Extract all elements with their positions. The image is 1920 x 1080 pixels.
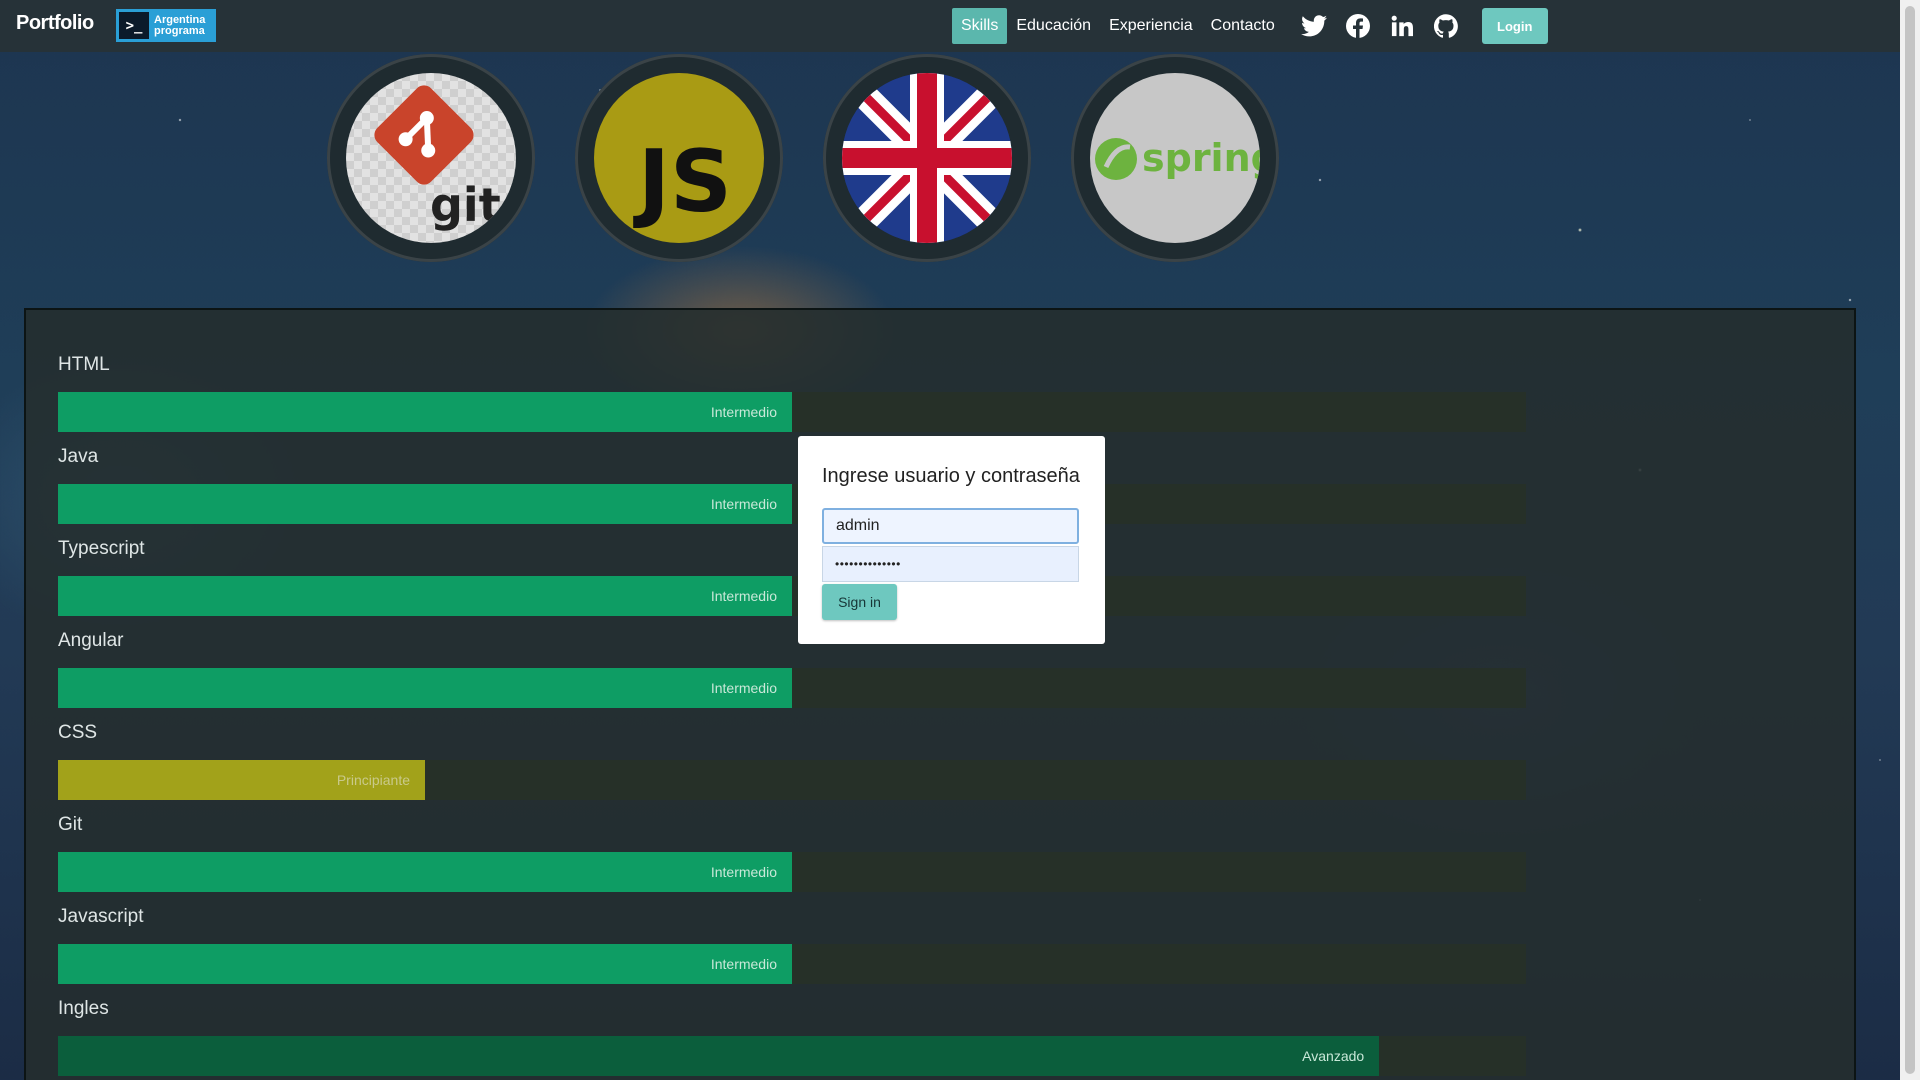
skill-level: Intermedio: [710, 588, 777, 604]
logo-text-line1: Argentina: [154, 13, 206, 26]
skill-ingles: Ingles Avanzado: [58, 998, 1526, 1076]
skill-logos-row: git JS sprin: [327, 54, 1279, 262]
linkedin-icon[interactable]: [1388, 12, 1416, 40]
skill-level: Intermedio: [710, 496, 777, 512]
skill-angular: Angular Intermedio: [58, 630, 1526, 708]
page-scrollbar[interactable]: [1900, 0, 1920, 1080]
progress-bar: Intermedio: [58, 392, 1526, 432]
login-modal: Ingrese usuario y contraseña admin •••••…: [798, 436, 1105, 644]
spring-logo: spring: [1071, 54, 1279, 262]
skill-name: Angular: [58, 630, 124, 651]
skill-level: Avanzado: [1302, 1048, 1365, 1064]
progress-fill: Intermedio: [58, 484, 792, 524]
nav-links: Skills Educación Experiencia Contacto Lo…: [952, 8, 1548, 44]
skill-name: Ingles: [58, 998, 109, 1019]
progress-fill: Intermedio: [58, 392, 792, 432]
argentina-programa-logo: >_ Argentina programa: [116, 9, 216, 42]
skill-name: Typescript: [58, 538, 145, 559]
logo-text-line2: programa: [154, 24, 205, 37]
skill-level: Intermedio: [710, 680, 777, 696]
skill-javascript: Javascript Intermedio: [58, 906, 1526, 984]
progress-bar: Intermedio: [58, 484, 1526, 524]
twitter-icon[interactable]: [1300, 12, 1328, 40]
javascript-logo: JS: [575, 54, 783, 262]
progress-bar: Avanzado: [58, 1036, 1526, 1076]
brand-title[interactable]: Portfolio: [16, 12, 94, 35]
skill-name: Java: [58, 446, 99, 467]
skill-git: Git Intermedio: [58, 814, 1526, 892]
progress-fill: Intermedio: [58, 668, 792, 708]
skills-panel: HTML Intermedio Java Intermedio Typescri…: [24, 308, 1856, 1080]
nav-link-contacto[interactable]: Contacto: [1202, 8, 1284, 44]
skill-name: HTML: [58, 354, 110, 375]
progress-fill: Intermedio: [58, 852, 792, 892]
progress-bar: Intermedio: [58, 852, 1526, 892]
username-input[interactable]: admin: [822, 508, 1079, 544]
modal-title: Ingrese usuario y contraseña: [822, 465, 1080, 487]
skill-name: Javascript: [58, 906, 144, 927]
uk-flag-logo: [823, 54, 1031, 262]
spring-logo-text: spring: [1142, 136, 1260, 180]
nav-link-skills[interactable]: Skills: [952, 8, 1008, 44]
social-links: [1292, 12, 1468, 40]
progress-bar: Intermedio: [58, 668, 1526, 708]
terminal-icon: >_: [119, 12, 149, 39]
skill-level: Intermedio: [710, 864, 777, 880]
javascript-logo-text: JS: [633, 132, 732, 232]
skill-level: Principiante: [336, 772, 410, 788]
github-icon[interactable]: [1432, 12, 1460, 40]
login-button[interactable]: Login: [1481, 8, 1548, 44]
progress-fill: Principiante: [58, 760, 425, 800]
progress-bar: Intermedio: [58, 576, 1526, 616]
nav-link-educacion[interactable]: Educación: [1007, 8, 1100, 44]
skill-html: HTML Intermedio: [58, 354, 1526, 432]
skill-level: Intermedio: [710, 956, 777, 972]
nav-link-experiencia[interactable]: Experiencia: [1100, 8, 1202, 44]
progress-fill: Intermedio: [58, 576, 792, 616]
skill-level: Intermedio: [710, 404, 777, 420]
skill-typescript: Typescript Intermedio: [58, 538, 1526, 616]
progress-bar: Principiante: [58, 760, 1526, 800]
navbar: Portfolio >_ Argentina programa Skills E…: [0, 0, 1900, 52]
skill-name: Git: [58, 814, 83, 835]
skill-java: Java Intermedio: [58, 446, 1526, 524]
progress-fill: Avanzado: [58, 1036, 1380, 1076]
git-logo-text: git: [430, 178, 501, 232]
password-input[interactable]: ••••••••••••••: [822, 546, 1079, 582]
facebook-icon[interactable]: [1344, 12, 1372, 40]
skill-name: CSS: [58, 722, 98, 743]
skill-css: CSS Principiante: [58, 722, 1526, 800]
progress-fill: Intermedio: [58, 944, 792, 984]
sign-in-button[interactable]: Sign in: [822, 584, 897, 620]
scrollbar-thumb[interactable]: [1905, 6, 1915, 1074]
progress-bar: Intermedio: [58, 944, 1526, 984]
git-logo: git: [327, 54, 535, 262]
